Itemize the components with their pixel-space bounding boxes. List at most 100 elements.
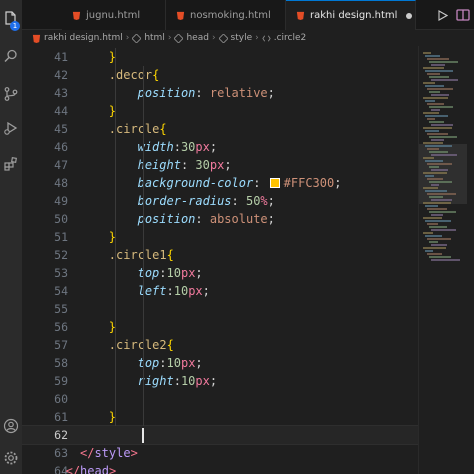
minimap-line (423, 112, 439, 114)
tab-jugnu[interactable]: jugnu.html (62, 0, 166, 30)
breadcrumb-head[interactable]: head (186, 33, 208, 43)
minimap-line (427, 133, 448, 135)
minimap-line (423, 202, 451, 204)
search-icon[interactable] (3, 48, 19, 64)
settings-icon[interactable] (3, 450, 19, 466)
code-token: px (195, 374, 210, 388)
minimap-line (431, 154, 457, 156)
minimap-line (431, 184, 439, 186)
tab-nosmoking[interactable]: nosmoking.html (166, 0, 286, 30)
code-token: top (137, 356, 160, 370)
minimap-line (425, 130, 439, 132)
code-editor[interactable]: 41} 42 .decor{43 position: relative; 44} 45 .c… (22, 46, 418, 474)
minimap-line (431, 214, 443, 216)
unsaved-dot-icon[interactable] (406, 12, 413, 19)
code-token: > (108, 464, 117, 474)
breadcrumb-circle2[interactable]: .circle2 (274, 33, 307, 43)
code-line[interactable]: 60 (22, 390, 418, 408)
minimap[interactable] (418, 46, 467, 474)
code-line[interactable]: 58 top:10px; (22, 354, 418, 372)
code-token: ; (195, 266, 203, 280)
code-line[interactable]: 45 .circle{ (22, 120, 418, 138)
extensions-icon[interactable] (3, 156, 19, 172)
code-token: absolute (209, 212, 268, 226)
minimap-line (425, 100, 435, 102)
code-line[interactable]: 59 right:10px; (22, 372, 418, 390)
code-line[interactable]: 56} (22, 318, 418, 336)
code-line[interactable]: 64 </head> (22, 462, 418, 474)
notification-badge: 1 (10, 21, 20, 31)
line-number: 59 (54, 374, 68, 388)
tab-label: jugnu.html (86, 9, 141, 21)
minimap-line (423, 157, 434, 159)
breadcrumb: rakhi design.html › html › head › style … (22, 30, 422, 46)
code-token: 10 (166, 356, 181, 370)
code-token: px (180, 356, 196, 370)
indent-guide (143, 66, 144, 426)
code-token: ; (267, 86, 275, 100)
line-number: 58 (54, 356, 68, 370)
code-line[interactable]: 48 background-color: #FFC300; (22, 174, 418, 192)
code-line[interactable]: 42 .decor{ (22, 66, 418, 84)
html-file-icon (32, 34, 41, 43)
code-line[interactable]: 49 border-radius: 50%; (22, 192, 418, 210)
split-editor-icon[interactable] (456, 9, 470, 21)
code-token: ; (195, 356, 203, 370)
breadcrumb-style[interactable]: style (231, 33, 253, 43)
code-line[interactable]: 44} (22, 102, 418, 120)
code-line[interactable]: 50 position: absolute; (22, 210, 418, 228)
code-token: ; (224, 158, 232, 172)
code-text: top:10px; (138, 356, 203, 370)
color-swatch-icon[interactable] (269, 178, 280, 188)
code-line[interactable]: 47 height: 30px; (22, 156, 418, 174)
minimap-line (431, 229, 456, 231)
breadcrumb-html[interactable]: html (144, 33, 165, 43)
code-text: position: absolute; (138, 212, 275, 226)
code-line[interactable]: 53 top:10px; (22, 264, 418, 282)
line-number: 49 (54, 194, 68, 208)
minimap-viewport[interactable] (419, 144, 467, 204)
minimap-line (429, 181, 452, 183)
code-line[interactable]: 54 left:10px; (22, 282, 418, 300)
code-line[interactable]: 61} (22, 408, 418, 426)
minimap-line (429, 241, 438, 243)
code-line[interactable]: 55 (22, 300, 418, 318)
code-token: { (152, 68, 160, 82)
line-number: 45 (54, 122, 68, 136)
minimap-line (423, 97, 448, 99)
source-control-icon[interactable] (3, 86, 19, 102)
line-number: 54 (54, 284, 68, 298)
line-number: 42 (54, 68, 68, 82)
chevron-right-icon: › (167, 33, 172, 43)
line-number: 52 (54, 248, 68, 262)
code-line[interactable]: 52 .circle1{ (22, 246, 418, 264)
code-token: ; (267, 194, 275, 208)
minimap-line (431, 199, 452, 201)
minimap-line (427, 208, 447, 210)
code-line[interactable]: 41} (22, 48, 418, 66)
breadcrumb-file[interactable]: rakhi design.html (44, 33, 123, 43)
tab-rakhi-design[interactable]: rakhi design.html (286, 0, 416, 30)
minimap-line (427, 253, 442, 255)
code-line[interactable]: 51} (22, 228, 418, 246)
minimap-line (429, 91, 440, 93)
run-icon[interactable] (438, 9, 448, 21)
minimap-line (427, 163, 452, 165)
code-token: > (130, 446, 138, 460)
code-token: left (137, 284, 167, 298)
minimap-line (427, 223, 438, 225)
minimap-line (431, 79, 458, 81)
code-line[interactable]: 43 position: relative; (22, 84, 418, 102)
activity-bar: 1 (0, 0, 22, 474)
run-debug-icon[interactable] (3, 120, 19, 136)
code-token: </ (80, 446, 95, 460)
line-number: 41 (54, 50, 68, 64)
code-line[interactable]: 57 .circle2{ (22, 336, 418, 354)
code-text: left:10px; (138, 284, 210, 298)
code-line[interactable]: 46 width:30px; (22, 138, 418, 156)
code-line[interactable]: 63 </style> (22, 444, 418, 462)
account-icon[interactable] (3, 418, 19, 434)
code-text: .circle{ (109, 122, 167, 136)
minimap-line (425, 55, 440, 57)
code-line[interactable]: 62 (22, 425, 418, 445)
